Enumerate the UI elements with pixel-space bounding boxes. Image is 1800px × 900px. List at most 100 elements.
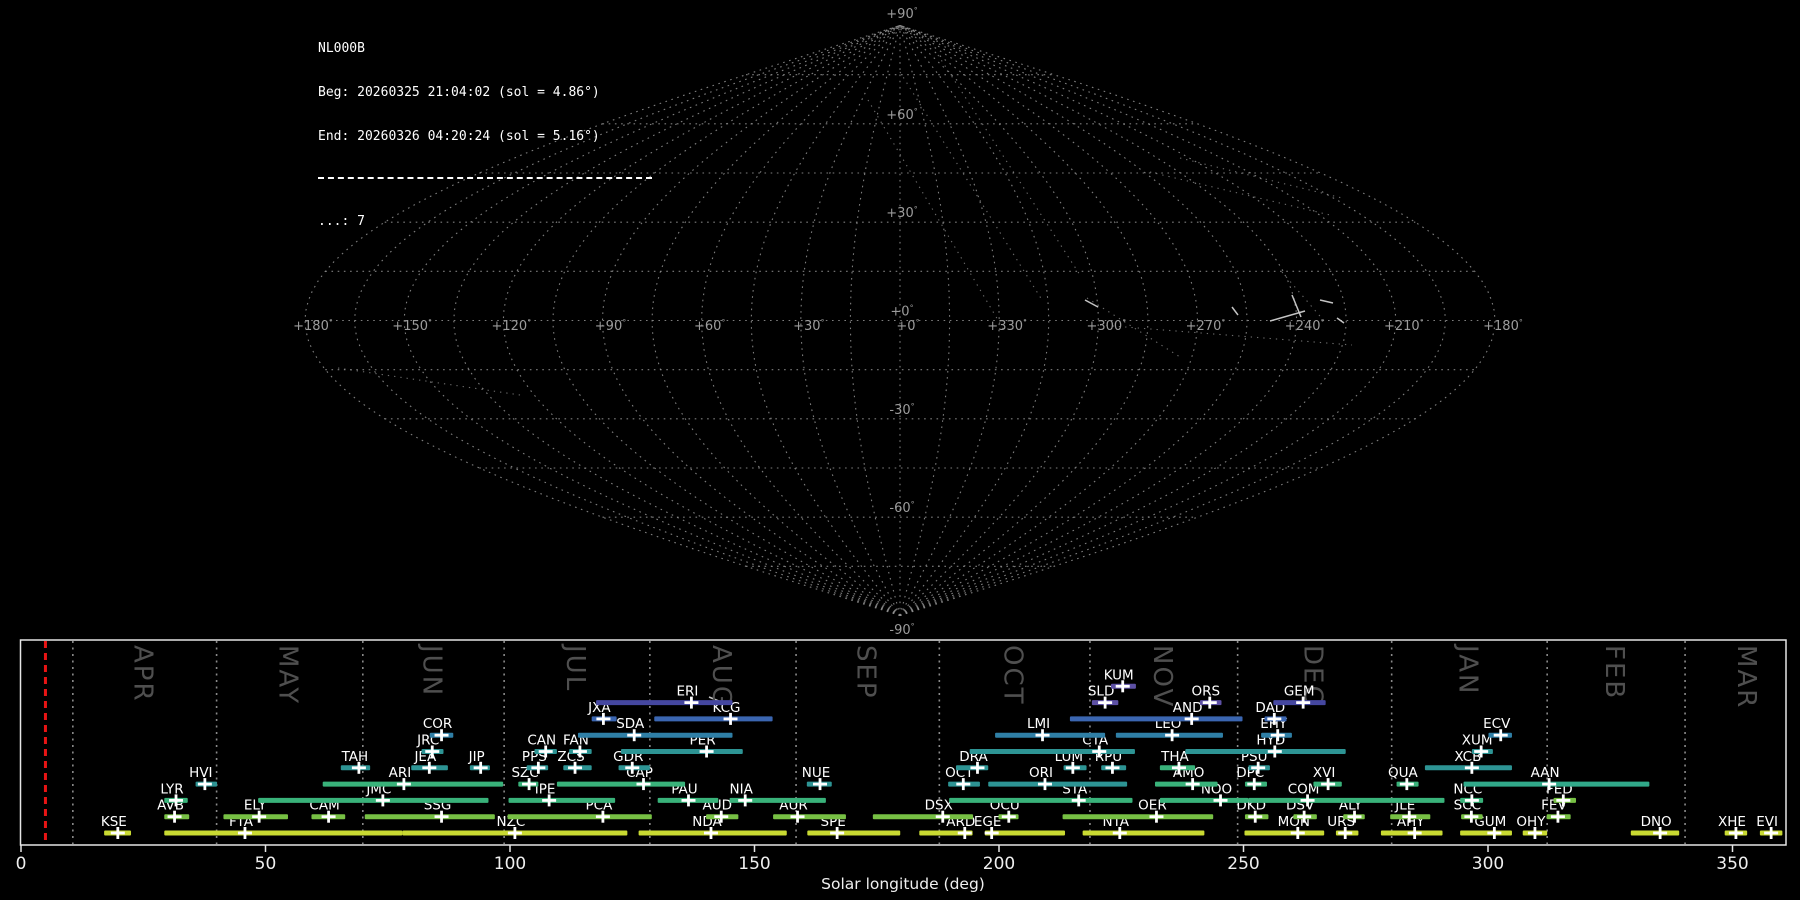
shower-label-QUA: QUA [1388,765,1419,781]
meteor-trail [1319,299,1334,304]
radiant-drift-trail [899,71,1043,301]
shower-label-XVI: XVI [1313,765,1335,781]
shower-bar-MON [1244,830,1325,836]
month-label: JAN [1452,643,1482,695]
meteor-count: ...: 7 [318,213,365,229]
shower-label-THA: THA [1160,749,1189,765]
shower-bar-SDA [577,732,733,738]
shower-bar-COM [1248,797,1445,803]
shower-label-JIP: JIP [468,749,485,765]
map-lat-label: -30° [889,402,914,418]
map-lon-label: +330° [987,318,1027,334]
station-id: NL000B [318,41,365,57]
shower-label-ORS: ORS [1191,684,1220,700]
x-tick-label: 150 [738,854,770,874]
x-tick-label: 0 [16,854,27,874]
shower-label-XUM: XUM [1462,733,1493,749]
month-label: OCT [998,645,1028,706]
shower-label-ECV: ECV [1483,716,1511,732]
shower-label-XHE: XHE [1718,814,1746,830]
shower-bar-SPE [807,830,901,836]
shower-label-SDA: SDA [616,716,645,732]
shower-label-AAN: AAN [1531,765,1560,781]
month-label: JUN [416,643,446,697]
shower-label-AND: AND [1173,700,1203,716]
map-lon-label: +90° [595,318,626,334]
shower-bar-PCA [507,814,652,820]
x-tick-label: 350 [1716,854,1748,874]
shower-label-ARI: ARI [389,765,412,781]
shower-bar-KCG [654,716,773,722]
month-label: MAR [1731,645,1761,709]
shower-bar-STA [949,797,1133,803]
month-label: NOV [1147,645,1177,708]
shower-label-LMI: LMI [1027,716,1050,732]
map-lon-label: +210° [1384,318,1424,334]
map-lat-label: +90° [886,6,917,22]
month-label: JUL [560,643,590,692]
shower-bar-JMC [258,797,489,803]
shower-label-NUE: NUE [802,765,831,781]
shower-label-LYR: LYR [160,781,183,797]
shower-bar-DSX [872,814,974,820]
shower-label-EVI: EVI [1756,814,1778,830]
shower-bar-AND [1069,716,1243,722]
radiant-drift-trail [1281,271,1326,323]
map-lon-label: +180° [1483,318,1523,334]
map-lat-label: +30° [886,205,917,221]
meteor-trail [1084,299,1099,308]
shower-label-DSX: DSX [925,798,953,814]
shower-label-OHY: OHY [1516,814,1546,830]
map-lat-label: +0° [890,304,913,320]
shower-label-TAH: TAH [341,749,369,765]
meteor-trail [1231,306,1239,316]
map-meridian [651,25,901,616]
shower-label-COR: COR [423,716,452,732]
month-label: APR [128,645,158,703]
map-lat-label: -90° [889,622,914,638]
shower-bar-NOO [1159,797,1249,803]
x-axis-title: Solar longitude (deg) [821,875,985,893]
shower-label-KSE: KSE [101,814,127,830]
shower-label-NIA: NIA [730,781,754,797]
shower-bar-ORI [988,781,1128,787]
map-lon-label: +240° [1285,318,1325,334]
month-label: AUG [706,645,736,708]
map-lon-label: +120° [491,318,531,334]
map-lon-label: +0° [896,318,919,334]
shower-bar-NTA [1082,830,1205,836]
month-label: MAY [273,645,303,705]
activity-chart: APR MAY JUN JUL AUG SEP OCT NOV DEC JAN FEB MARKSE F… [16,639,1787,893]
shower-label-DNO: DNO [1641,814,1672,830]
shower-label-KUM: KUM [1104,667,1134,683]
shower-bar-PER [621,749,743,754]
radiant-drift-trail [937,54,1081,276]
x-tick-label: 50 [255,854,277,874]
shower-label-HVI: HVI [189,765,212,781]
x-tick-label: 100 [494,854,526,874]
radiant-drift-trail [1149,171,1331,216]
map-lon-label: +270° [1186,318,1226,334]
shower-label-ERI: ERI [676,684,698,700]
shower-bar-GUM [1460,830,1512,836]
x-tick-label: 200 [983,854,1015,874]
shower-bar-CTA [969,749,1135,754]
shower-bar-ERI [596,700,733,706]
shower-bar-CAP [556,781,686,787]
month-label: SEP [851,645,881,700]
shower-label-CAN: CAN [527,733,556,749]
shower-bar-OER [1062,814,1214,820]
map-lat-label: +60° [886,107,917,123]
map-lon-label: +30° [793,318,824,334]
map-lon-label: +180° [293,318,333,334]
shower-bar-AUR [773,814,846,820]
month-label: FEB [1599,645,1629,700]
radiant-drift-trail [337,367,521,396]
shower-label-EGE: EGE [974,814,1002,830]
x-tick-label: 300 [1472,854,1504,874]
shower-bar-HYD [1185,749,1346,754]
shower-bar-FTA [164,830,403,836]
shower-bar-IPE [508,797,616,803]
plot-canvas: +180° +150° +120° +90° +60° +30° +0° +330° +300°… [16,6,1787,893]
end-time: End: 20260326 04:20:24 (sol = 5.16°) [318,128,600,144]
